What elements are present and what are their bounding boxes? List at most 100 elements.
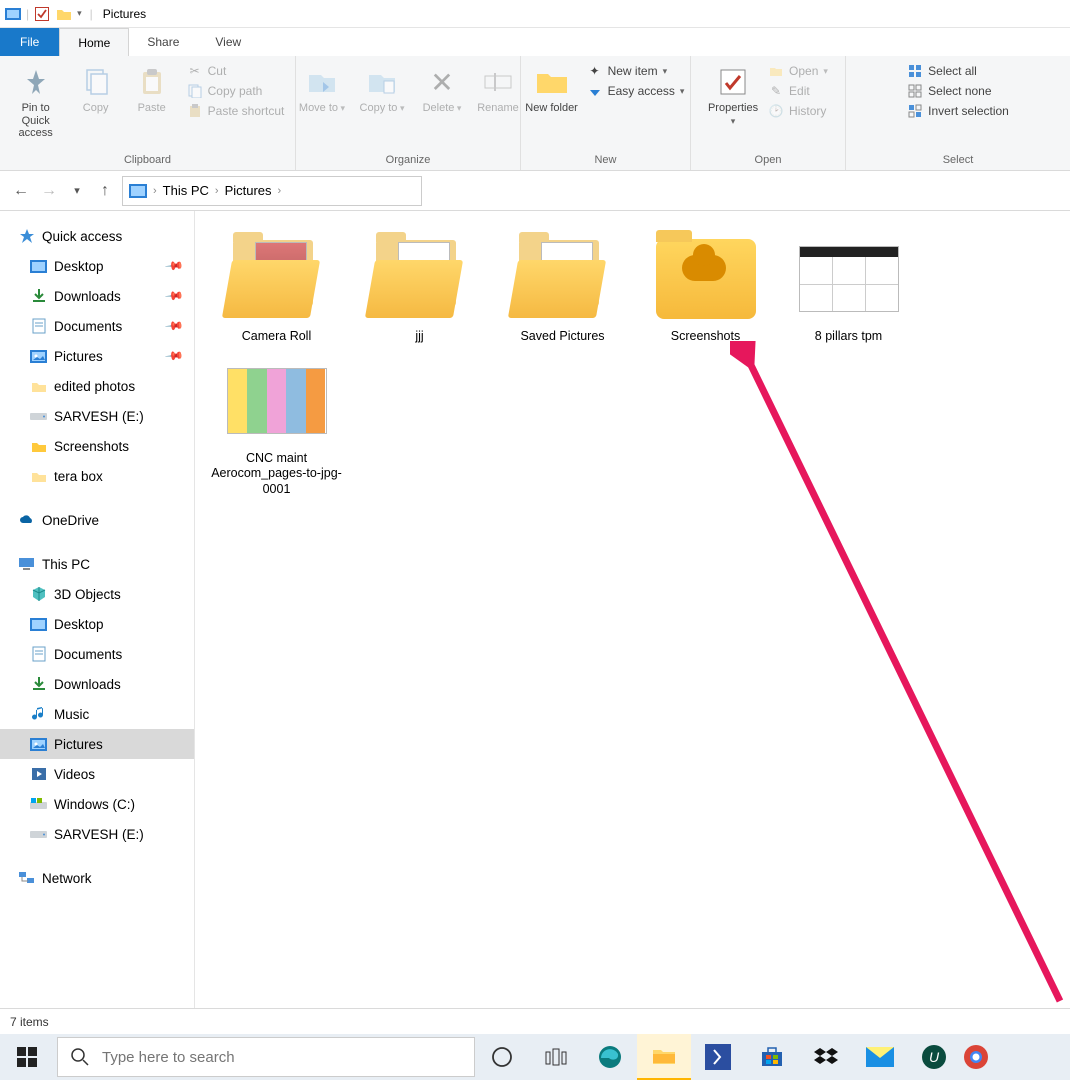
desktop-icon xyxy=(30,616,47,633)
sidebar-thispc-item[interactable]: Documents xyxy=(0,639,194,669)
file-item[interactable]: CNC maint Aerocom_pages-to-jpg-0001 xyxy=(205,351,348,504)
invert-selection-button[interactable]: Invert selection xyxy=(907,102,1009,120)
ribbon-group-new: New folder ✦New item ▾ Easy access ▾ New xyxy=(521,56,691,170)
file-item[interactable]: 8 pillars tpm xyxy=(777,229,920,351)
crumb-thispc[interactable]: This PC xyxy=(163,183,209,198)
sidebar-thispc-item[interactable]: Desktop xyxy=(0,609,194,639)
new-folder-button[interactable]: New folder xyxy=(523,60,581,119)
annotation-arrow xyxy=(730,341,1070,1011)
address-bar[interactable]: › This PC › Pictures › xyxy=(122,176,422,206)
ribbon-group-clipboard: Pin to Quick access Copy Paste ✂Cut Copy… xyxy=(0,56,296,170)
taskbar-taskview[interactable] xyxy=(529,1034,583,1080)
sidebar-thispc-item[interactable]: Music xyxy=(0,699,194,729)
file-name: CNC maint Aerocom_pages-to-jpg-0001 xyxy=(211,451,342,498)
3d-icon xyxy=(30,586,47,603)
start-button[interactable] xyxy=(0,1034,54,1080)
taskbar-ms-store[interactable] xyxy=(745,1034,799,1080)
sidebar-onedrive[interactable]: OneDrive xyxy=(0,505,194,535)
desktop-icon xyxy=(30,258,47,275)
chevron-right-icon[interactable]: › xyxy=(278,185,282,197)
osdrive-icon xyxy=(30,796,47,813)
drive-icon xyxy=(30,408,47,425)
history-button[interactable]: 🕑History xyxy=(768,102,828,120)
file-item[interactable]: Camera Roll xyxy=(205,229,348,351)
pictures-icon xyxy=(129,184,147,198)
paste-shortcut-button[interactable]: Paste shortcut xyxy=(187,102,285,120)
file-item[interactable]: Screenshots xyxy=(634,229,777,351)
chevron-right-icon[interactable]: › xyxy=(215,185,219,197)
copy-label: Copy xyxy=(83,102,109,115)
cut-button[interactable]: ✂Cut xyxy=(187,62,285,80)
pin-label: Pin to Quick access xyxy=(9,102,63,140)
delete-button[interactable]: ✕ Delete ▾ xyxy=(413,60,471,119)
tab-file[interactable]: File xyxy=(0,28,59,56)
copy-path-button[interactable]: Copy path xyxy=(187,82,285,100)
copy-button[interactable]: Copy xyxy=(67,60,125,119)
taskbar-search[interactable] xyxy=(57,1037,475,1077)
cloud-icon xyxy=(18,512,35,529)
taskbar-cortana[interactable] xyxy=(475,1034,529,1080)
sidebar-quick-item[interactable]: Downloads📌 xyxy=(0,281,194,311)
pictures-icon xyxy=(30,348,47,365)
pin-icon: 📌 xyxy=(164,286,184,306)
select-all-button[interactable]: Select all xyxy=(907,62,1009,80)
system-menu-icon[interactable] xyxy=(4,7,22,21)
nav-up-button[interactable]: ↑ xyxy=(94,180,116,202)
folder-icon xyxy=(30,468,47,485)
copy-to-button[interactable]: Copy to ▾ xyxy=(353,60,411,119)
pin-to-quick-access-button[interactable]: Pin to Quick access xyxy=(7,60,65,144)
nav-recent-button[interactable]: ▾ xyxy=(66,180,88,202)
sidebar-this-pc[interactable]: This PC xyxy=(0,549,194,579)
taskbar-edge[interactable] xyxy=(583,1034,637,1080)
qat-check-icon[interactable] xyxy=(33,7,51,21)
qat-folder-icon[interactable] xyxy=(55,7,73,21)
file-item[interactable]: Saved Pictures xyxy=(491,229,634,351)
file-item[interactable]: jjj xyxy=(348,229,491,351)
open-button[interactable]: Open ▾ xyxy=(768,62,828,80)
easy-access-button[interactable]: Easy access ▾ xyxy=(587,82,685,100)
tab-share[interactable]: Share xyxy=(129,28,197,56)
sidebar-quick-item[interactable]: Documents📌 xyxy=(0,311,194,341)
sidebar-network[interactable]: Network xyxy=(0,863,194,893)
edit-button[interactable]: ✎Edit xyxy=(768,82,828,100)
properties-button[interactable]: Properties ▾ xyxy=(704,60,762,131)
nav-back-button[interactable]: ← xyxy=(10,180,32,202)
file-list[interactable]: Camera RolljjjSaved PicturesScreenshots8… xyxy=(195,211,1070,1008)
sidebar-quick-item[interactable]: Screenshots xyxy=(0,431,194,461)
taskbar-app-blue[interactable] xyxy=(691,1034,745,1080)
sidebar-thispc-item[interactable]: 3D Objects xyxy=(0,579,194,609)
sidebar-quick-item[interactable]: edited photos xyxy=(0,371,194,401)
select-group-label: Select xyxy=(943,152,974,168)
taskbar-file-explorer[interactable] xyxy=(637,1034,691,1080)
tab-home[interactable]: Home xyxy=(59,28,129,56)
taskbar-mail[interactable] xyxy=(853,1034,907,1080)
sidebar-thispc-item[interactable]: Pictures xyxy=(0,729,194,759)
file-thumbnail xyxy=(227,357,327,445)
taskbar-app-u[interactable]: U xyxy=(907,1034,961,1080)
network-icon xyxy=(18,870,35,887)
new-item-button[interactable]: ✦New item ▾ xyxy=(587,62,685,80)
sidebar-thispc-item[interactable]: Windows (C:) xyxy=(0,789,194,819)
sidebar-quick-item[interactable]: tera box xyxy=(0,461,194,491)
taskbar-dropbox[interactable] xyxy=(799,1034,853,1080)
sidebar-thispc-item[interactable]: SARVESH (E:) xyxy=(0,819,194,849)
sidebar-quick-item[interactable]: Pictures📌 xyxy=(0,341,194,371)
sidebar-quick-item[interactable]: Desktop📌 xyxy=(0,251,194,281)
sidebar-thispc-item[interactable]: Videos xyxy=(0,759,194,789)
move-to-button[interactable]: Move to ▾ xyxy=(293,60,351,119)
window-titlebar: | ▾ | Pictures xyxy=(0,0,1070,28)
chevron-right-icon[interactable]: › xyxy=(153,185,157,197)
crumb-current[interactable]: Pictures xyxy=(225,183,272,198)
sidebar-thispc-item[interactable]: Downloads xyxy=(0,669,194,699)
tab-view[interactable]: View xyxy=(197,28,259,56)
sidebar-quick-item[interactable]: SARVESH (E:) xyxy=(0,401,194,431)
paste-button[interactable]: Paste xyxy=(127,60,177,119)
rename-button[interactable]: Rename xyxy=(473,60,523,119)
file-thumbnail xyxy=(799,235,899,323)
nav-forward-button[interactable]: → xyxy=(38,180,60,202)
search-input[interactable] xyxy=(102,1049,462,1066)
taskbar-chrome[interactable] xyxy=(961,1034,991,1080)
star-icon xyxy=(18,228,35,245)
sidebar-quick-access[interactable]: Quick access xyxy=(0,221,194,251)
select-none-button[interactable]: Select none xyxy=(907,82,1009,100)
